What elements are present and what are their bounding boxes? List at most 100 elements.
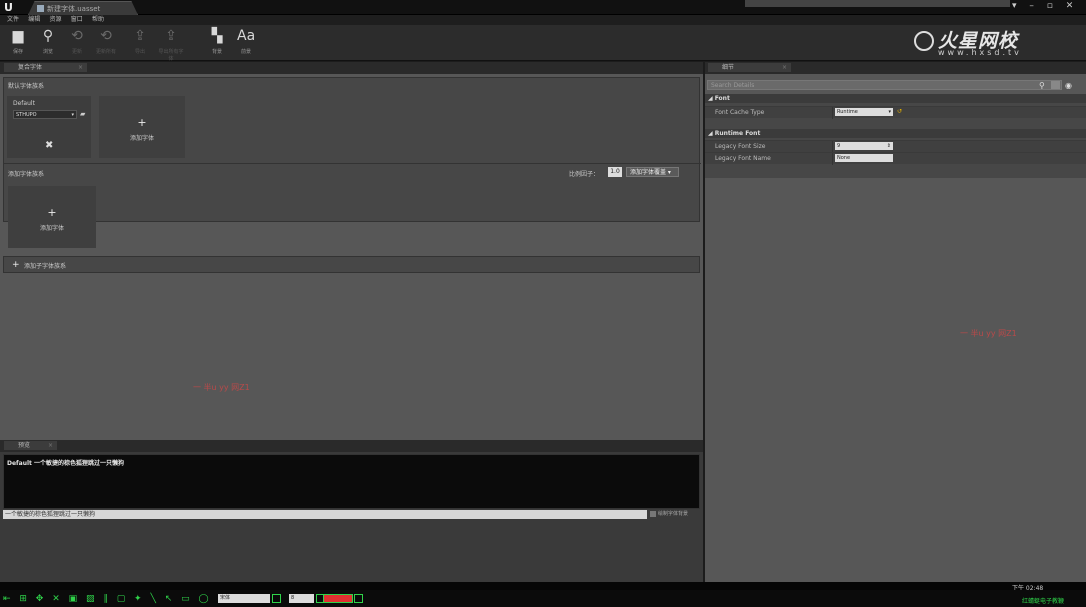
details-panel: 细节 × Search Details ⚲ ◉ ◢ Font Font Cach… (705, 62, 1086, 582)
browse-label: 浏览 (42, 49, 53, 55)
export-button: ⇪ 导出 (126, 27, 154, 60)
menu-file[interactable]: 文件 (7, 15, 19, 25)
add-font-label: 添加字体 (129, 135, 154, 142)
menu-asset[interactable]: 资源 (50, 15, 62, 25)
close-icon[interactable]: × (782, 63, 787, 73)
unreal-logo-icon[interactable]: U (4, 1, 20, 14)
tab-details-label: 细节 (722, 64, 735, 71)
menu-window[interactable]: 窗口 (71, 15, 83, 25)
menu-help[interactable]: 帮助 (92, 15, 104, 25)
tab-preview-label: 预览 (18, 442, 31, 449)
tray-app-label: 红蜻蜓电子教鞭 (1022, 598, 1065, 605)
add-font-label-2: 添加字体 (39, 225, 64, 232)
scale-factor-label: 比例因子： (569, 171, 600, 178)
preview-sample-text: Default 一个敏捷的棕色狐狸跳过一只懒狗 (7, 460, 124, 467)
tab-composite-font-label: 复合字体 (18, 64, 43, 71)
column-divider (832, 153, 833, 165)
legacy-font-size-input[interactable]: 9 ⇕ (835, 142, 893, 150)
font-cache-type-dropdown[interactable]: Runtime ▾ (835, 108, 893, 116)
save-icon: ▆ (12, 28, 24, 44)
handwritten-annotation: 一 半u yy 网Z1 (960, 329, 1017, 338)
title-bar: U 新建字体.uasset ▾ – ▫ ✕ (0, 0, 1086, 15)
browse-button[interactable]: ⚲ 浏览 (34, 27, 62, 60)
property-label: Legacy Font Size (715, 143, 766, 150)
search-details-input[interactable]: Search Details (707, 80, 1062, 90)
tab-details[interactable]: 细节 × (707, 62, 792, 73)
legacy-font-size-value: 9 (837, 143, 841, 149)
font-asset-value: STHUPO (16, 112, 37, 118)
background-icon: ▚ (211, 28, 223, 44)
watermark: 火星网校 www.hxsd.tv (912, 26, 1082, 60)
property-matrix-icon[interactable] (1051, 81, 1060, 89)
window-controls[interactable]: ▾ – ▫ ✕ (1012, 1, 1082, 13)
add-font-button[interactable]: + 添加字体 (99, 96, 185, 158)
save-button[interactable]: ▆ 保存 (4, 27, 32, 60)
add-font-override-button[interactable]: 添加字体覆盖 ▾ (626, 167, 679, 177)
document-tab[interactable]: 新建字体.uasset (28, 1, 138, 15)
category-runtime-font[interactable]: ◢ Runtime Font (705, 129, 1086, 138)
save-label: 保存 (12, 49, 23, 55)
section-divider (4, 163, 701, 164)
preview-tab-bar: 预览 × (0, 440, 703, 452)
update-all-icon: ⟲ (100, 28, 112, 44)
checkbox-icon (650, 510, 656, 517)
property-label: Legacy Font Name (715, 155, 771, 162)
app-window: U 新建字体.uasset ▾ – ▫ ✕ 文件 编辑 资源 窗口 帮助 ▆ 保存… (0, 0, 1086, 607)
property-font-cache-type: Font Cache Type Runtime ▾ ↺ (705, 106, 1086, 119)
draw-background-label: 绘制字体背景 (658, 511, 689, 517)
export-label: 导出 (134, 49, 145, 55)
update-button: ⟲ 更新 (63, 27, 91, 60)
foreground-button[interactable]: Aa 前景 (232, 27, 260, 60)
preview-panel: 预览 × Default 一个敏捷的棕色狐狸跳过一只懒狗 一个敏捷的棕色狐狸跳过… (0, 440, 703, 582)
spinner-icon: ⇕ (886, 143, 891, 149)
preview-text-input[interactable]: 一个敏捷的棕色狐狸跳过一只懒狗 (3, 510, 647, 519)
update-label: 更新 (71, 49, 82, 55)
font-asset-dropdown[interactable]: STHUPO ▾ (13, 110, 77, 119)
tab-composite-font[interactable]: 复合字体 × (3, 62, 88, 73)
browse-icon: ⚲ (42, 28, 54, 44)
drawing-toolbar: ⇤ ⊞ ✥ ✕ ▣ ▨ ∥ ▢ ✦ ╲ ↖ ▭ ◯ ■ ● A 宋体 8 红蜻蜓… (0, 590, 1086, 607)
foreground-icon: Aa (237, 28, 256, 44)
font-select[interactable]: 宋体 (218, 594, 270, 603)
export-all-label: 导出所有字体 (158, 49, 184, 62)
add-font-button-2[interactable]: + 添加字体 (8, 186, 96, 248)
folder-icon[interactable]: ▰ (80, 110, 88, 118)
legacy-font-name-input[interactable]: None (835, 154, 893, 162)
size-select[interactable]: 8 (289, 594, 314, 603)
close-icon[interactable]: × (48, 441, 53, 451)
add-sub-family-label: 添加子字体族系 (24, 263, 67, 270)
delete-icon[interactable]: ✖ (45, 140, 53, 151)
add-sub-family-button[interactable]: + 添加子字体族系 (3, 256, 700, 273)
menu-edit[interactable]: 编辑 (28, 15, 40, 25)
panel-tab-bar: 复合字体 × (0, 62, 703, 74)
chevron-down-icon[interactable] (354, 594, 363, 603)
font-cache-type-value: Runtime (837, 109, 858, 115)
tab-preview[interactable]: 预览 × (3, 440, 58, 451)
draw-background-checkbox[interactable]: 绘制字体背景 (650, 510, 700, 519)
background-button[interactable]: ▚ 背景 (203, 27, 231, 60)
details-tab-bar: 细节 × (705, 62, 1086, 74)
update-icon: ⟲ (71, 28, 83, 44)
color-swatch[interactable] (323, 594, 353, 603)
search-icon[interactable]: ⚲ (1039, 81, 1045, 90)
background-label: 背景 (211, 49, 222, 55)
sub-family-heading: 添加字体族系 (8, 171, 45, 178)
category-font[interactable]: ◢ Font (705, 94, 1086, 103)
scale-factor-input[interactable]: 1.0 (608, 167, 622, 177)
watermark-url: www.hxsd.tv (938, 48, 1022, 57)
plus-icon: + (12, 260, 20, 270)
eye-icon[interactable]: ◉ (1065, 81, 1072, 90)
export-icon: ⇪ (134, 28, 146, 44)
export-all-icon: ⇪ (165, 28, 177, 44)
reset-to-default-icon[interactable]: ↺ (897, 108, 902, 115)
foreground-label: 前景 (240, 49, 251, 55)
title-bar-strip (745, 0, 1010, 7)
default-typeface-card: Default STHUPO ▾ ▰ ✖ (7, 96, 91, 158)
property-legacy-font-size: Legacy Font Size 9 ⇕ (705, 140, 1086, 153)
chevron-down-icon[interactable] (272, 594, 281, 603)
update-all-label: 更新所有 (95, 49, 116, 55)
font-asset-icon (37, 5, 44, 12)
close-icon[interactable]: × (78, 63, 83, 73)
default-family-section: 默认字体族系 Default STHUPO ▾ ▰ ✖ + 添加字体 添加字体族… (3, 77, 701, 248)
default-family-heading: 默认字体族系 (8, 83, 45, 90)
